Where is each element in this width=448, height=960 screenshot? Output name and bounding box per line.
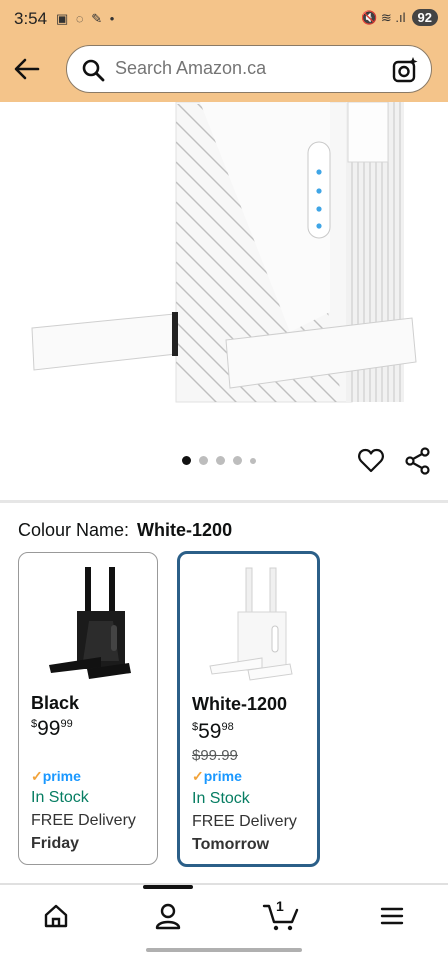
search-input[interactable] — [115, 58, 375, 79]
delivery-day: Tomorrow — [192, 836, 270, 853]
variant-image-black — [49, 567, 131, 679]
variant-card-white-1200[interactable]: White-1200 $5998 $99.99 ✓prime In Stock … — [177, 551, 320, 867]
stock-status: In Stock — [31, 789, 89, 806]
share-icon[interactable] — [404, 447, 432, 475]
battery-badge: 92 — [411, 9, 438, 26]
delivery-text: FREE Delivery — [31, 812, 136, 829]
variant-list-price: $99.99 — [192, 747, 238, 764]
wishlist-heart-icon[interactable] — [357, 447, 385, 475]
app-header — [0, 40, 448, 102]
carousel-dot[interactable] — [250, 457, 256, 464]
delivery-text: FREE Delivery — [192, 813, 297, 830]
status-time: 3:54 — [14, 9, 48, 28]
status-right: 🔇 ≋ .ıl 92 — [361, 9, 438, 26]
camera-search-icon[interactable] — [391, 56, 419, 84]
status-notification-icons: ▣ ◌ ✎ • — [56, 11, 117, 26]
menu-icon[interactable] — [376, 900, 408, 932]
account-icon[interactable] — [152, 900, 184, 932]
stock-status: In Stock — [192, 790, 250, 807]
back-arrow-icon[interactable] — [12, 54, 42, 84]
variant-name: Black — [31, 693, 80, 713]
nav-divider — [0, 883, 448, 885]
search-icon — [82, 59, 105, 82]
carousel-dot[interactable] — [182, 456, 191, 465]
variant-name: White-1200 — [192, 694, 288, 714]
carousel-dot[interactable] — [199, 456, 208, 465]
variant-card-black[interactable]: Black $9999 ✓prime In Stock FREE Deliver… — [18, 552, 158, 865]
delivery-day: Friday — [31, 835, 80, 852]
variant-price: $5998 — [192, 720, 234, 743]
status-bar: 3:54 ▣ ◌ ✎ • 🔇 ≋ .ıl 92 — [0, 0, 448, 40]
carousel-indicator — [182, 456, 256, 465]
variant-price: $9999 — [31, 717, 73, 740]
home-indicator[interactable] — [146, 948, 302, 952]
section-divider — [0, 500, 448, 503]
product-image[interactable] — [0, 102, 448, 442]
carousel-dot[interactable] — [233, 456, 242, 465]
prime-badge: ✓prime — [31, 768, 81, 784]
colour-selected-value: White-1200 — [137, 520, 233, 540]
prime-badge: ✓prime — [192, 768, 242, 784]
bottom-navigation — [0, 892, 448, 940]
carousel-dot[interactable] — [216, 456, 225, 465]
cart-count-badge: 1 — [276, 898, 284, 914]
variant-image-white — [209, 567, 293, 681]
home-icon[interactable] — [40, 900, 72, 932]
active-tab-indicator — [143, 885, 193, 889]
signal-icons: 🔇 ≋ .ıl — [361, 9, 406, 25]
search-bar[interactable] — [66, 45, 432, 93]
colour-label: Colour Name: — [18, 520, 130, 540]
colour-name-row: Colour Name: White-1200 — [18, 520, 232, 541]
